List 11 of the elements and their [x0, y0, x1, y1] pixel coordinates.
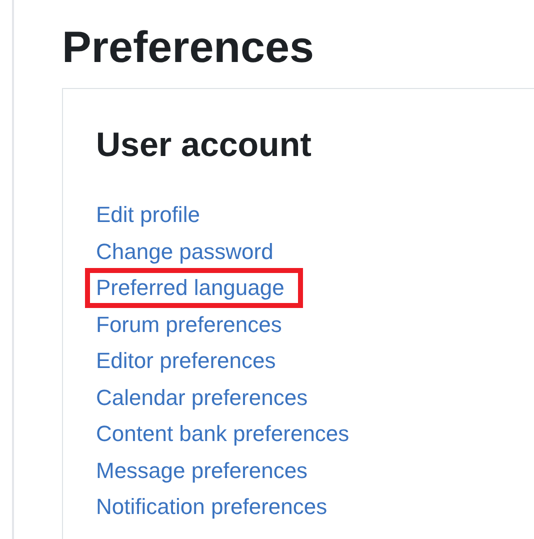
preference-link[interactable]: Content bank preferences — [96, 421, 350, 448]
preference-link[interactable]: Forum preferences — [96, 312, 282, 338]
preference-link[interactable]: Edit profile — [96, 202, 200, 228]
section-title: User account — [96, 125, 312, 165]
preference-link[interactable]: Message preferences — [96, 458, 308, 484]
preference-link[interactable]: Editor preferences — [96, 348, 276, 374]
preference-link[interactable]: Notification preferences — [96, 494, 328, 520]
preference-link[interactable]: Preferred language — [96, 275, 284, 301]
preference-link[interactable]: Calendar preferences — [96, 384, 308, 411]
page-title: Preferences — [62, 22, 315, 72]
preference-link[interactable]: Change password — [96, 238, 274, 265]
